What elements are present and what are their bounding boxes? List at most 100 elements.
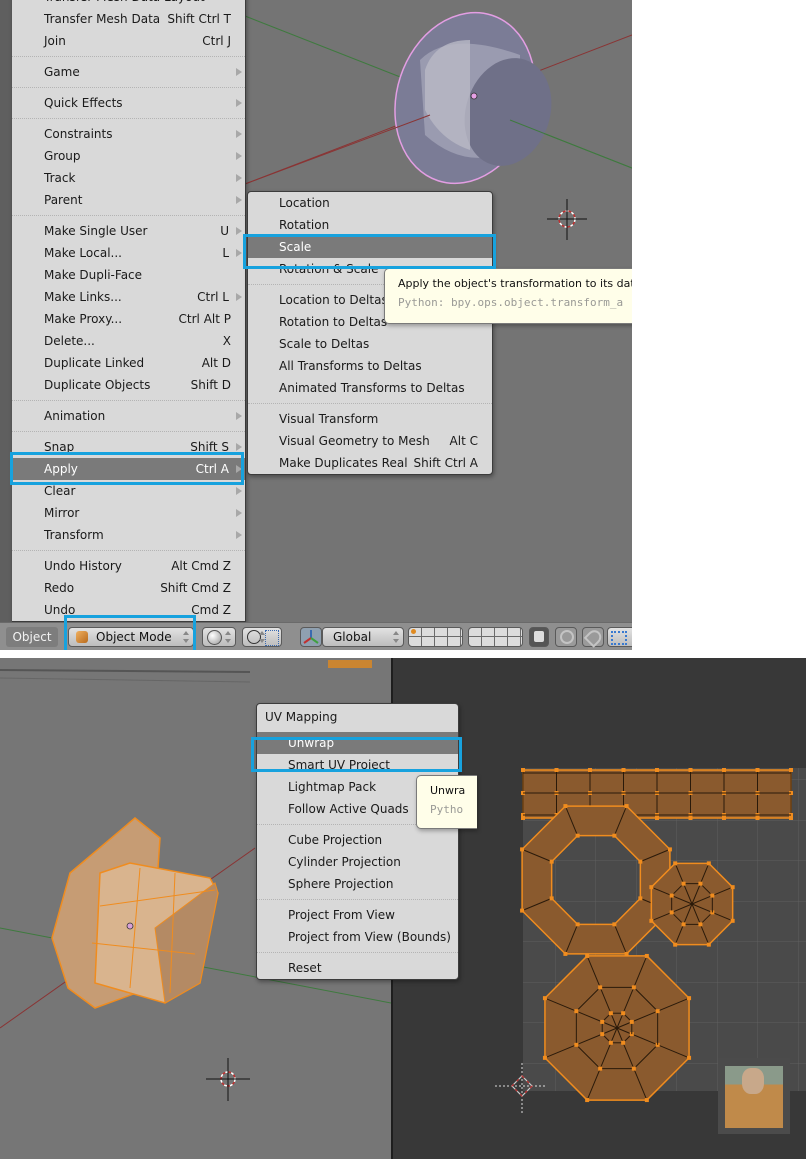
- selected-vertices-fragment: [328, 660, 372, 668]
- menu-item-label: Lightmap Pack: [288, 780, 377, 794]
- object-menu-button[interactable]: Object: [6, 627, 58, 647]
- submenu-arrow-icon: [236, 465, 242, 473]
- uv-vertex: [687, 1055, 692, 1060]
- menu-item-transfer-mesh-data[interactable]: Transfer Mesh Data Shift Ctrl T: [12, 8, 245, 30]
- menu-item-location[interactable]: Location: [248, 192, 492, 214]
- uv-vertex: [655, 768, 659, 772]
- menu-item-join[interactable]: Join Ctrl J: [12, 30, 245, 52]
- snap-icon: [583, 627, 605, 648]
- menu-item-label: Track: [44, 171, 76, 185]
- uv-vertex: [638, 859, 643, 864]
- menu-item-make-local[interactable]: Make Local... L: [12, 242, 245, 264]
- menu-item-label: Animated Transforms to Deltas: [279, 381, 465, 395]
- menu-item-quick-effects[interactable]: Quick Effects: [12, 92, 245, 114]
- submenu-arrow-icon: [236, 531, 242, 539]
- menu-item-undo-history[interactable]: Undo History Alt Cmd Z: [12, 555, 245, 577]
- menu-item-shortcut: Shift S: [190, 440, 229, 454]
- 3d-cursor-icon[interactable]: [547, 199, 587, 240]
- 3d-cursor-icon[interactable]: [206, 1058, 250, 1101]
- scene-layers-group-1[interactable]: [408, 627, 463, 647]
- menu-item-transform[interactable]: Transform: [12, 524, 245, 546]
- uv-vertex: [563, 804, 568, 809]
- uv-vertex: [730, 918, 735, 923]
- menu-item-delete[interactable]: Delete... X: [12, 330, 245, 352]
- menu-item-smart-uv-project[interactable]: Smart UV Project: [257, 754, 458, 776]
- uv-vertex: [520, 847, 525, 852]
- uv-vertex: [574, 1042, 579, 1047]
- submenu-arrow-icon: [236, 443, 242, 451]
- viewport-shading-icon: [207, 630, 222, 645]
- uv-vertex: [621, 1011, 626, 1016]
- transform-axes-icon: [303, 630, 319, 644]
- snap-toggle[interactable]: [582, 627, 605, 648]
- tooltip-description: Unwra: [430, 784, 466, 797]
- uv-vertex: [688, 816, 693, 820]
- proportional-edit-toggle[interactable]: [555, 627, 577, 647]
- menu-item-label: Constraints: [44, 127, 113, 141]
- uv-vertex: [698, 922, 703, 927]
- menu-item-project-from-view-bounds[interactable]: Project from View (Bounds): [257, 926, 458, 948]
- menu-item-project-from-view[interactable]: Project From View: [257, 904, 458, 926]
- menu-item-duplicate-linked[interactable]: Duplicate Linked Alt D: [12, 352, 245, 374]
- menu-item-constraints[interactable]: Constraints: [12, 123, 245, 145]
- viewport-shading-selector[interactable]: [202, 627, 236, 647]
- menu-separator: [12, 215, 245, 216]
- menu-item-scale-to-deltas[interactable]: Scale to Deltas: [248, 333, 492, 355]
- menu-item-make-proxy[interactable]: Make Proxy... Ctrl Alt P: [12, 308, 245, 330]
- lock-layers-toggle[interactable]: [529, 627, 549, 647]
- menu-item-undo[interactable]: Undo Cmd Z: [12, 599, 245, 621]
- menu-item-sphere-projection[interactable]: Sphere Projection: [257, 873, 458, 895]
- uv-vertex: [575, 922, 580, 927]
- menu-item-visual-geometry-to-mesh[interactable]: Visual Geometry to Mesh Alt C: [248, 430, 492, 452]
- menu-item-animated-transforms-to-deltas[interactable]: Animated Transforms to Deltas: [248, 377, 492, 399]
- selected-object-mesh[interactable]: [373, 0, 564, 202]
- menu-item-make-single-user[interactable]: Make Single User U: [12, 220, 245, 242]
- menu-item-make-dupli-face[interactable]: Make Dupli-Face: [12, 264, 245, 286]
- menu-item-apply[interactable]: Apply Ctrl A: [12, 458, 245, 480]
- submenu-arrow-icon: [236, 174, 242, 182]
- menu-item-redo[interactable]: Redo Shift Cmd Z: [12, 577, 245, 599]
- uv-menu-title: UV Mapping: [265, 710, 338, 724]
- menu-item-visual-transform[interactable]: Visual Transform: [248, 408, 492, 430]
- edit-mesh-wireframe[interactable]: [51, 817, 219, 1009]
- menu-item-cylinder-projection[interactable]: Cylinder Projection: [257, 851, 458, 873]
- menu-item-group[interactable]: Group: [12, 145, 245, 167]
- snap-target-selector[interactable]: [607, 627, 632, 647]
- menu-item-reset[interactable]: Reset: [257, 957, 458, 979]
- pivot-point-selector[interactable]: [242, 627, 282, 647]
- uv-vertex: [521, 768, 525, 772]
- menu-item-track[interactable]: Track: [12, 167, 245, 189]
- orientation-selector[interactable]: Global: [322, 627, 404, 647]
- menu-item-parent[interactable]: Parent: [12, 189, 245, 211]
- uv-vertex: [789, 768, 793, 772]
- menu-item-label: Apply: [44, 462, 78, 476]
- menu-item-clear[interactable]: Clear: [12, 480, 245, 502]
- uv-vertex: [542, 996, 547, 1001]
- menu-item-transfer-mesh-data-layout[interactable]: Transfer Mesh Data Layout: [12, 0, 245, 8]
- menu-item-animation[interactable]: Animation: [12, 405, 245, 427]
- menu-item-duplicate-objects[interactable]: Duplicate Objects Shift D: [12, 374, 245, 396]
- menu-separator: [12, 56, 245, 57]
- menu-item-label: Undo History: [44, 559, 122, 573]
- menu-item-unwrap[interactable]: Unwrap: [257, 732, 458, 754]
- menu-item-label: Make Dupli-Face: [44, 268, 143, 282]
- menu-item-make-duplicates-real[interactable]: Make Duplicates Real Shift Ctrl A: [248, 452, 492, 474]
- menu-item-mirror[interactable]: Mirror: [12, 502, 245, 524]
- menu-item-label: Transfer Mesh Data: [44, 12, 161, 26]
- menu-item-game[interactable]: Game: [12, 61, 245, 83]
- mode-selector[interactable]: Object Mode: [68, 627, 194, 647]
- menu-item-snap[interactable]: Snap Shift S: [12, 436, 245, 458]
- menu-item-cube-projection[interactable]: Cube Projection: [257, 829, 458, 851]
- menu-item-label: Duplicate Linked: [44, 356, 145, 370]
- menu-item-all-transforms-to-deltas[interactable]: All Transforms to Deltas: [248, 355, 492, 377]
- menu-item-scale[interactable]: Scale: [248, 236, 492, 258]
- menu-separator: [248, 403, 492, 404]
- submenu-arrow-icon: [236, 130, 242, 138]
- mode-updown-icon: [183, 631, 189, 643]
- menu-item-rotation[interactable]: Rotation: [248, 214, 492, 236]
- menu-item-make-links[interactable]: Make Links... Ctrl L: [12, 286, 245, 308]
- scene-layers-group-2[interactable]: [468, 627, 523, 647]
- transform-manipulator-toggle[interactable]: [300, 627, 322, 647]
- submenu-arrow-icon: [236, 227, 242, 235]
- apply-submenu: Location Rotation Scale Rotation & Scale Loc…: [247, 191, 493, 475]
